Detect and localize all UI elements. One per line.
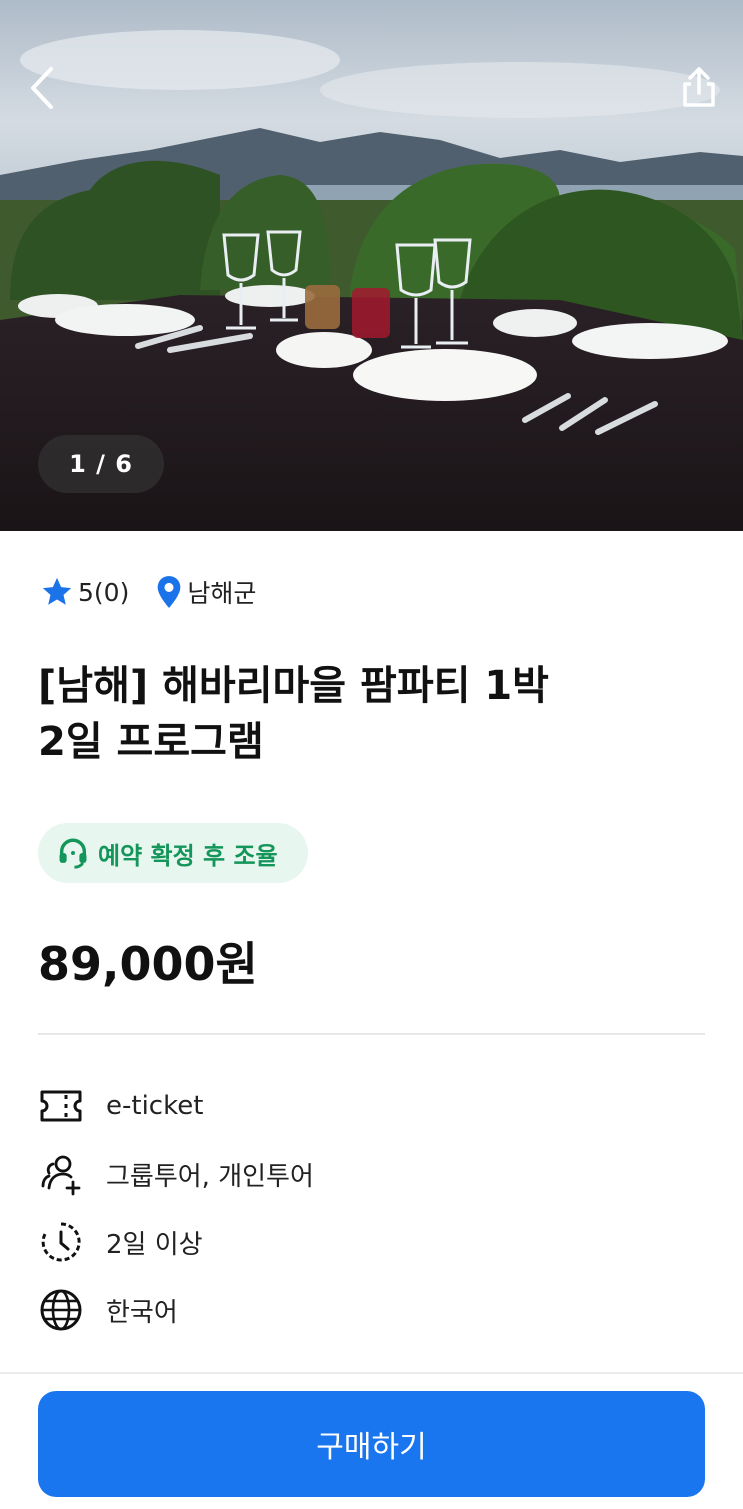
clock-icon [41,1222,81,1262]
location-text[interactable]: 남해군 [187,574,256,610]
info-label-language: 한국어 [106,1297,178,1328]
info-label-ticket: e-ticket [106,1091,204,1121]
product-title: [남해] 해바리마을 팜파티 1박 2일 프로그램 [38,658,698,770]
info-row-duration: 2일 이상 [38,1208,705,1276]
image-counter: 1 / 6 [38,435,164,493]
info-row-tour-type: 그룹투어, 개인투어 [38,1140,705,1208]
price: 89,000원 [38,937,258,991]
title-line-2: 2일 프로그램 [38,719,264,765]
rating-text: 5(0) [78,577,130,607]
reservation-badge: 예약 확정 후 조율 [38,823,308,883]
info-list: e-ticket 그룹투어, 개인투어 2일 이상 한국어 [38,1072,705,1344]
headset-icon [59,838,87,869]
meta-row: 5(0) 남해군 [40,570,256,614]
info-label-tour-type: 그룹투어, 개인투어 [106,1161,314,1192]
divider [38,1033,705,1035]
info-row-ticket: e-ticket [38,1072,705,1140]
globe-icon [40,1289,82,1331]
bottom-bar: 구매하기 [0,1372,743,1509]
hero-image[interactable]: 1 / 6 [0,0,743,531]
location-pin-icon [157,576,181,608]
share-icon [683,67,715,107]
share-button[interactable] [677,62,721,112]
info-label-duration: 2일 이상 [106,1229,203,1260]
title-line-1: [남해] 해바리마을 팜파티 1박 [38,663,549,709]
back-button[interactable] [22,62,62,114]
star-icon [42,577,72,605]
buy-button[interactable]: 구매하기 [38,1391,705,1497]
badge-label: 예약 확정 후 조율 [98,841,278,870]
chevron-left-icon [31,67,53,109]
group-icon [41,1155,81,1196]
ticket-icon [40,1090,82,1122]
info-row-language: 한국어 [38,1276,705,1344]
